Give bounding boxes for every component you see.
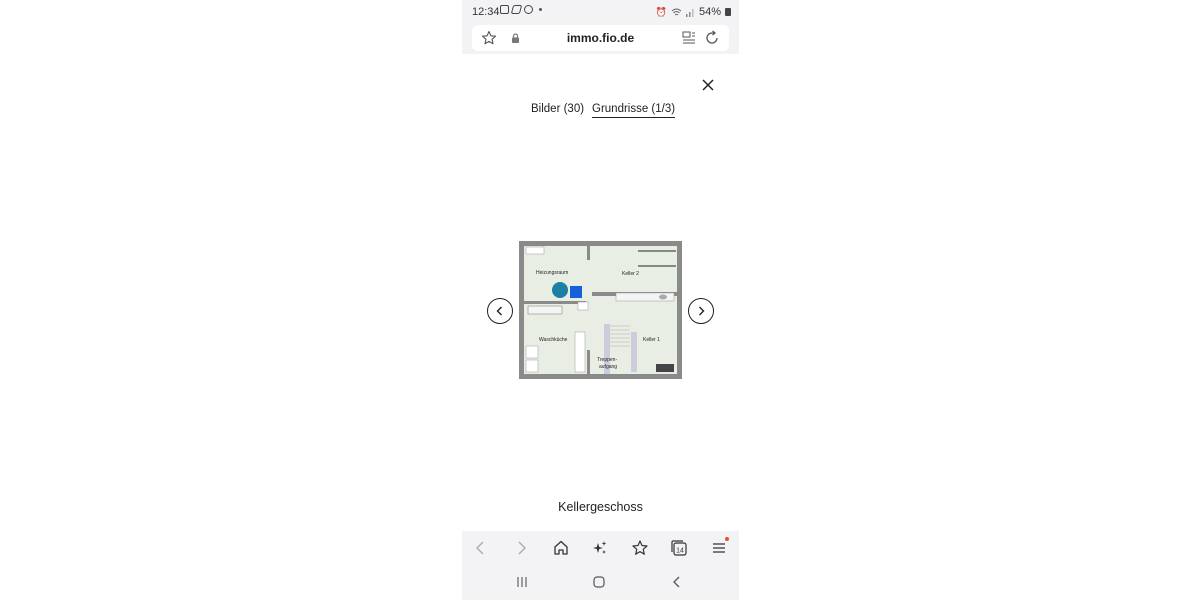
reader-icon[interactable] xyxy=(682,31,696,45)
signal-icon xyxy=(685,8,694,17)
leaf-icon xyxy=(510,5,523,14)
notification-icons xyxy=(500,5,542,14)
previous-image-button[interactable] xyxy=(487,298,513,324)
floor-plan-image: Heizungsraum Keller 2 Waschküche Treppen… xyxy=(519,241,682,379)
phone-screen: 12:34 ⏰ 54% immo.fio.de Bilder (30) Grun xyxy=(462,0,739,600)
bookmark-icon[interactable] xyxy=(631,539,649,557)
image-caption: Kellergeschoss xyxy=(558,500,643,514)
recent-apps-icon[interactable] xyxy=(515,575,529,589)
image-icon xyxy=(500,5,509,14)
room-label-waschkueche: Waschküche xyxy=(539,337,568,343)
home-icon[interactable] xyxy=(592,575,606,589)
room-label-heizungsraum: Heizungsraum xyxy=(536,270,568,276)
battery-icon xyxy=(725,8,731,16)
home-icon[interactable] xyxy=(552,539,570,557)
browser-bottom-toolbar: 14 xyxy=(462,531,739,565)
forward-icon[interactable] xyxy=(512,539,530,557)
sparkle-icon[interactable] xyxy=(591,539,609,557)
room-label-treppen: Treppen- xyxy=(597,357,617,363)
address-bar[interactable]: immo.fio.de xyxy=(472,25,729,51)
menu-notification-badge xyxy=(725,537,729,541)
room-label-keller-1: Keller 1 xyxy=(643,337,660,343)
system-icons: ⏰ 54% xyxy=(656,6,731,18)
alarm-icon: ⏰ xyxy=(655,6,667,17)
battery-percent: 54% xyxy=(698,6,721,18)
tabs-count: 14 xyxy=(676,548,684,555)
more-notifications-dot xyxy=(539,8,542,11)
gallery-tabs: Bilder (30) Grundrisse (1/3) xyxy=(462,103,739,121)
status-bar: 12:34 ⏰ 54% xyxy=(462,0,739,24)
status-time: 12:34 xyxy=(472,6,500,18)
reload-icon[interactable] xyxy=(704,30,720,46)
room-label-keller-2: Keller 2 xyxy=(622,271,639,277)
tabs-icon[interactable]: 14 xyxy=(670,539,688,557)
box-icon xyxy=(524,5,533,14)
system-navigation-bar xyxy=(462,565,739,600)
next-image-button[interactable] xyxy=(688,298,714,324)
close-icon[interactable] xyxy=(701,78,715,92)
tab-grundrisse[interactable]: Grundrisse (1/3) xyxy=(592,103,676,118)
menu-icon[interactable] xyxy=(710,539,728,557)
tab-bilder[interactable]: Bilder (30) xyxy=(531,103,584,115)
back-icon[interactable] xyxy=(670,575,684,589)
wifi-icon xyxy=(671,8,682,15)
back-icon[interactable] xyxy=(472,539,490,557)
browser-toolbar: immo.fio.de xyxy=(462,24,739,54)
chevron-right-icon xyxy=(699,306,705,316)
room-label-aufgang: aufgang xyxy=(599,364,617,370)
chevron-left-icon xyxy=(496,306,502,316)
